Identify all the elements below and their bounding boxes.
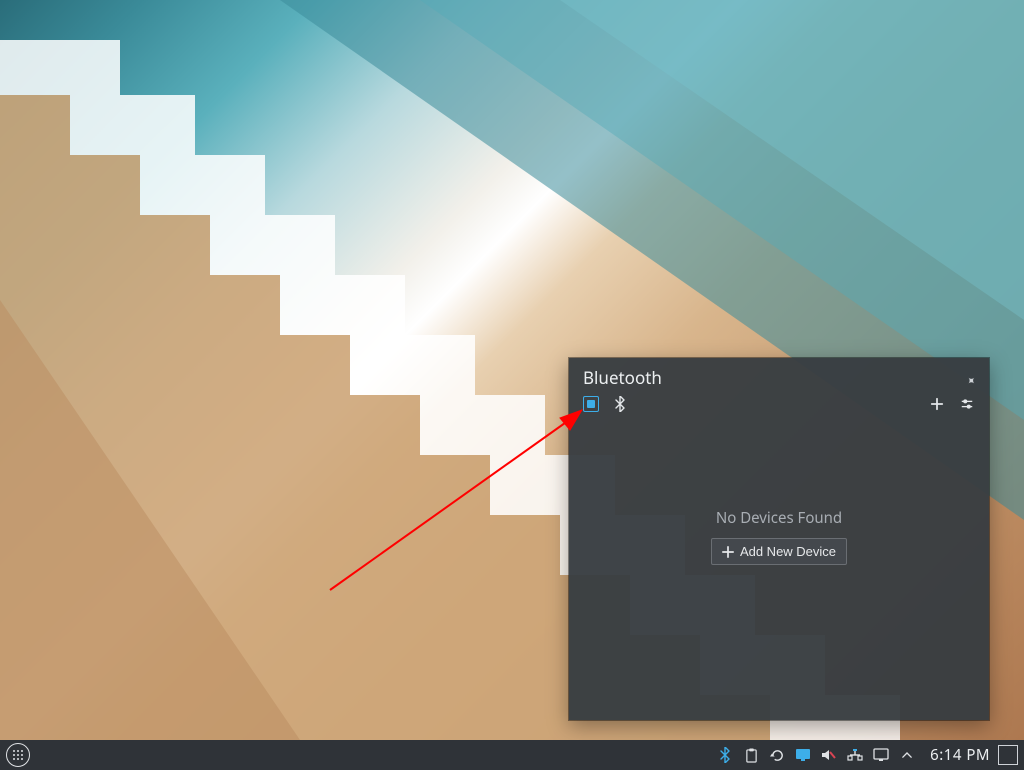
system-tray [716, 746, 924, 764]
tray-updates-icon[interactable] [768, 746, 786, 764]
configure-icon[interactable] [959, 396, 975, 412]
show-desktop-button[interactable] [998, 745, 1018, 765]
tray-expand-icon[interactable] [898, 746, 916, 764]
bluetooth-icon[interactable] [613, 395, 627, 413]
taskbar-clock[interactable]: 6:14 PM [930, 745, 990, 765]
tray-volume-muted-icon[interactable] [820, 746, 838, 764]
bluetooth-popup-title: Bluetooth [583, 366, 662, 389]
bluetooth-enable-checkbox[interactable] [583, 396, 599, 412]
add-device-icon[interactable] [929, 396, 945, 412]
application-launcher-button[interactable] [6, 743, 30, 767]
add-new-device-button[interactable]: Add New Device [711, 538, 847, 565]
tray-battery-icon[interactable] [872, 746, 890, 764]
pin-icon[interactable]: ✦ [967, 372, 978, 383]
bluetooth-applet-popup: Bluetooth ✦ No [569, 358, 989, 720]
tray-bluetooth-icon[interactable] [716, 746, 734, 764]
plus-icon [722, 546, 734, 558]
tray-display-icon[interactable] [794, 746, 812, 764]
tray-network-icon[interactable] [846, 746, 864, 764]
no-devices-label: No Devices Found [569, 508, 989, 528]
tray-clipboard-icon[interactable] [742, 746, 760, 764]
add-new-device-label: Add New Device [740, 544, 836, 559]
taskbar: 6:14 PM [0, 740, 1024, 770]
